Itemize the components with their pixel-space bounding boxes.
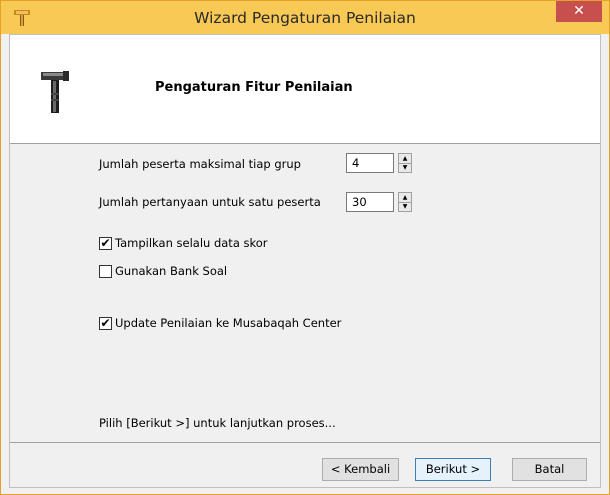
checkmark-icon: ✔ — [100, 316, 111, 330]
questions-label: Jumlah pertanyaan untuk satu peserta — [99, 195, 321, 209]
show-score-checkbox[interactable]: ✔ — [99, 237, 112, 250]
wizard-body: Pengaturan Fitur Penilaian Jumlah pesert… — [9, 34, 601, 488]
spin-down-icon[interactable]: ▼ — [399, 202, 411, 211]
question-bank-label[interactable]: Gunakan Bank Soal — [115, 264, 227, 278]
questions-input[interactable]: 30 — [346, 192, 394, 212]
wizard-header: Pengaturan Fitur Penilaian — [10, 35, 600, 144]
update-center-checkbox[interactable]: ✔ — [99, 317, 112, 330]
hammer-icon — [41, 71, 69, 113]
max-participants-stepper[interactable]: ▲ ▼ — [398, 153, 412, 173]
back-button[interactable]: < Kembali — [322, 458, 399, 481]
footer-divider — [10, 442, 600, 443]
show-score-label[interactable]: Tampilkan selalu data skor — [115, 236, 268, 250]
checkmark-icon: ✔ — [100, 236, 111, 250]
title-bar[interactable]: Wizard Pengaturan Penilaian ✕ — [1, 1, 609, 34]
hint-text: Pilih [Berikut >] untuk lanjutkan proses… — [99, 416, 336, 430]
close-button[interactable]: ✕ — [556, 1, 602, 22]
update-center-label[interactable]: Update Penilaian ke Musabaqah Center — [115, 316, 341, 330]
window-title: Wizard Pengaturan Penilaian — [194, 9, 416, 27]
max-participants-input[interactable]: 4 — [346, 153, 394, 173]
next-button[interactable]: Berikut > — [415, 458, 491, 481]
cancel-button[interactable]: Batal — [512, 458, 587, 481]
question-bank-checkbox[interactable] — [99, 265, 112, 278]
spin-down-icon[interactable]: ▼ — [399, 163, 411, 172]
page-title: Pengaturan Fitur Penilaian — [155, 80, 353, 95]
questions-stepper[interactable]: ▲ ▼ — [398, 192, 412, 212]
max-participants-label: Jumlah peserta maksimal tiap grup — [99, 157, 301, 171]
close-icon: ✕ — [573, 3, 585, 19]
wizard-window: Wizard Pengaturan Penilaian ✕ Pengaturan… — [0, 0, 610, 495]
